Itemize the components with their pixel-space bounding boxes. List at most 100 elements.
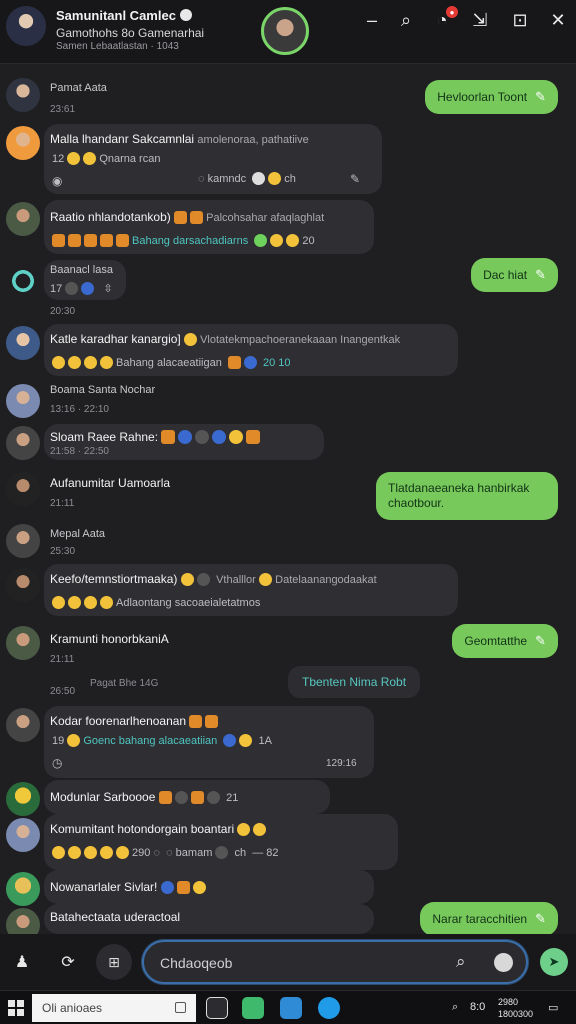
- avatar[interactable]: [6, 782, 40, 816]
- app-icon-browser[interactable]: [318, 997, 340, 1019]
- sender-name: Mepal Aata: [50, 528, 106, 540]
- avatar[interactable]: [6, 568, 40, 602]
- avatar[interactable]: [6, 872, 40, 906]
- sender-name: Baanacl lasa: [50, 264, 113, 276]
- message-text: Datelaanangodaakat: [275, 574, 377, 586]
- message-input[interactable]: Chdaoqeob ⌕: [142, 940, 528, 984]
- reaction-line: 19 Goenc bahang alacaeatiian 1A: [52, 734, 272, 747]
- reply-line: ◌ kamndc ch: [198, 172, 296, 185]
- search-icon[interactable]: ⌕: [452, 1001, 458, 1014]
- location-icon[interactable]: ⟳: [54, 948, 82, 976]
- message-time: 25:30: [50, 546, 76, 557]
- reaction-line: Adlaontang sacoaeialetatmos: [52, 596, 260, 609]
- message-time: 13:16 · 22:10: [50, 404, 109, 415]
- sender-name: Modunlar Sarboooe: [50, 790, 156, 804]
- avatar[interactable]: [6, 626, 40, 660]
- avatar[interactable]: [6, 472, 40, 506]
- reaction-line: 17 ⇳: [50, 282, 113, 295]
- status-icon: ◉: [52, 174, 63, 188]
- chat-header: Samunitanl Camlec Gamothohs 8o Gamenarha…: [0, 0, 576, 64]
- message-text: amolenoraa, pathatiive: [197, 134, 309, 146]
- message-time: 23:61: [50, 104, 76, 115]
- sender-name: Sloam Raee Rahne:: [50, 430, 159, 444]
- avatar[interactable]: [6, 524, 40, 558]
- avatar[interactable]: [6, 202, 40, 236]
- notification-center-icon[interactable]: ▭: [548, 1001, 558, 1014]
- profile-icon[interactable]: ♟: [8, 948, 36, 976]
- task-view-icon: [175, 1002, 186, 1013]
- message-time: 26:50: [50, 686, 76, 697]
- message-time: 20:30: [50, 306, 76, 317]
- edit-icon[interactable]: ✎: [350, 172, 360, 186]
- sender-name: Kramunti honorbkaniA: [50, 632, 169, 646]
- edit-icon: ✎: [535, 633, 546, 648]
- avatar[interactable]: [6, 708, 40, 742]
- outgoing-message[interactable]: Narar taracchitien ✎: [420, 902, 558, 934]
- message-time: 129:16: [326, 758, 357, 769]
- edit-icon: ✎: [535, 911, 546, 926]
- sender-name: Keefo/temnstiortmaaka): [50, 572, 178, 586]
- close-icon[interactable]: ✕: [544, 6, 572, 34]
- search-icon[interactable]: ⌕: [456, 952, 466, 972]
- message-text: Vthalllor: [216, 574, 256, 586]
- message-text: Palcohsahar afaqlaghlat: [206, 212, 325, 224]
- avatar[interactable]: [6, 326, 40, 360]
- avatar[interactable]: [6, 426, 40, 460]
- notification-badge: ●: [446, 6, 458, 18]
- outgoing-message[interactable]: Tlatdanaeaneka hanbirkak chaotbour.: [376, 472, 558, 520]
- edit-icon: ✎: [535, 89, 546, 104]
- attach-button[interactable]: ⊞: [96, 944, 132, 980]
- window-icon[interactable]: ⊡: [506, 6, 534, 34]
- reaction-line: 12 Qnarna rcan: [52, 152, 161, 165]
- system-caption: Pagat Bhe 14G: [90, 678, 159, 689]
- search-icon[interactable]: ⌕: [392, 6, 420, 34]
- start-icon[interactable]: [8, 1000, 24, 1016]
- clock[interactable]: 2980 1800300: [498, 996, 533, 1020]
- sender-name: Malla lhandanr Sakcamnlai: [50, 132, 195, 146]
- timer-icon: ◷: [52, 756, 63, 770]
- chat-title[interactable]: Samunitanl Camlec: [56, 8, 192, 23]
- sender-name: Boama Santa Nochar: [50, 384, 156, 396]
- avatar[interactable]: [6, 818, 40, 852]
- avatar[interactable]: [6, 908, 40, 934]
- sender-name: Batahectaata uderactoal: [50, 910, 181, 924]
- avatar[interactable]: [6, 264, 40, 298]
- taskbar-search[interactable]: Oli anioaes: [32, 994, 196, 1022]
- sender-name: Katle karadhar kanargio]: [50, 332, 181, 346]
- message-time: 21:58 · 22:50: [50, 446, 109, 457]
- call-icon[interactable]: ⇲: [466, 6, 494, 34]
- chat-meta: Samen Lebaatlastan · 1043: [56, 41, 179, 52]
- chat-subtitle: Gamothohs 8o Gamenarhai: [56, 26, 205, 40]
- app-icon-messenger[interactable]: [242, 997, 264, 1019]
- verified-icon: [179, 9, 192, 21]
- reaction-line: Bahang alacaeatiigan 20 10: [52, 356, 291, 369]
- tray-label: 8:0: [470, 1001, 486, 1013]
- emoji-icon[interactable]: [494, 953, 513, 972]
- sender-name: Aufanumitar Uamoarla: [50, 476, 171, 490]
- message-list[interactable]: Pamat Aata 23:61 Hevloorlan Toont ✎ Malla…: [0, 64, 576, 934]
- avatar[interactable]: [6, 126, 40, 160]
- sender-name: Pamat Aata: [50, 82, 107, 94]
- taskbar: Oli anioaes ⌕ 8:0 2980 1800300 ▭: [0, 990, 576, 1024]
- sender-name: Kodar foorenarlhenoanan: [50, 714, 187, 728]
- sender-name: Komumitant hotondorgain boantari: [50, 822, 235, 836]
- minimize-icon[interactable]: –: [358, 6, 386, 34]
- outgoing-message[interactable]: Dac hiat ✎: [471, 258, 558, 292]
- sender-name: Raatio nhlandotankob): [50, 210, 171, 224]
- avatar[interactable]: [6, 78, 40, 112]
- system-message[interactable]: Tbenten Nima Robt: [288, 666, 421, 698]
- message-placeholder: Chdaoqeob: [160, 955, 233, 971]
- sender-name: Nowanarlaler Sivlar!: [50, 880, 158, 894]
- outgoing-message[interactable]: Hevloorlan Toont ✎: [425, 80, 558, 114]
- active-user-avatar[interactable]: [261, 7, 309, 55]
- app-icon-desktop[interactable]: [206, 997, 228, 1019]
- send-button[interactable]: ➤: [540, 948, 568, 976]
- reaction-line: 290 ◌ ◌ bamam ch — 82: [52, 846, 279, 859]
- group-avatar[interactable]: [6, 6, 46, 46]
- message-time: 21:11: [50, 654, 75, 665]
- outgoing-message[interactable]: Geomtatthe ✎: [452, 624, 558, 658]
- avatar[interactable]: [6, 384, 40, 418]
- message-text: Vlotatekmpachoeranekaaan Inangentkak: [200, 334, 401, 346]
- reaction-line: Bahang darsachadiarns 20: [52, 234, 315, 247]
- app-icon-store[interactable]: [280, 997, 302, 1019]
